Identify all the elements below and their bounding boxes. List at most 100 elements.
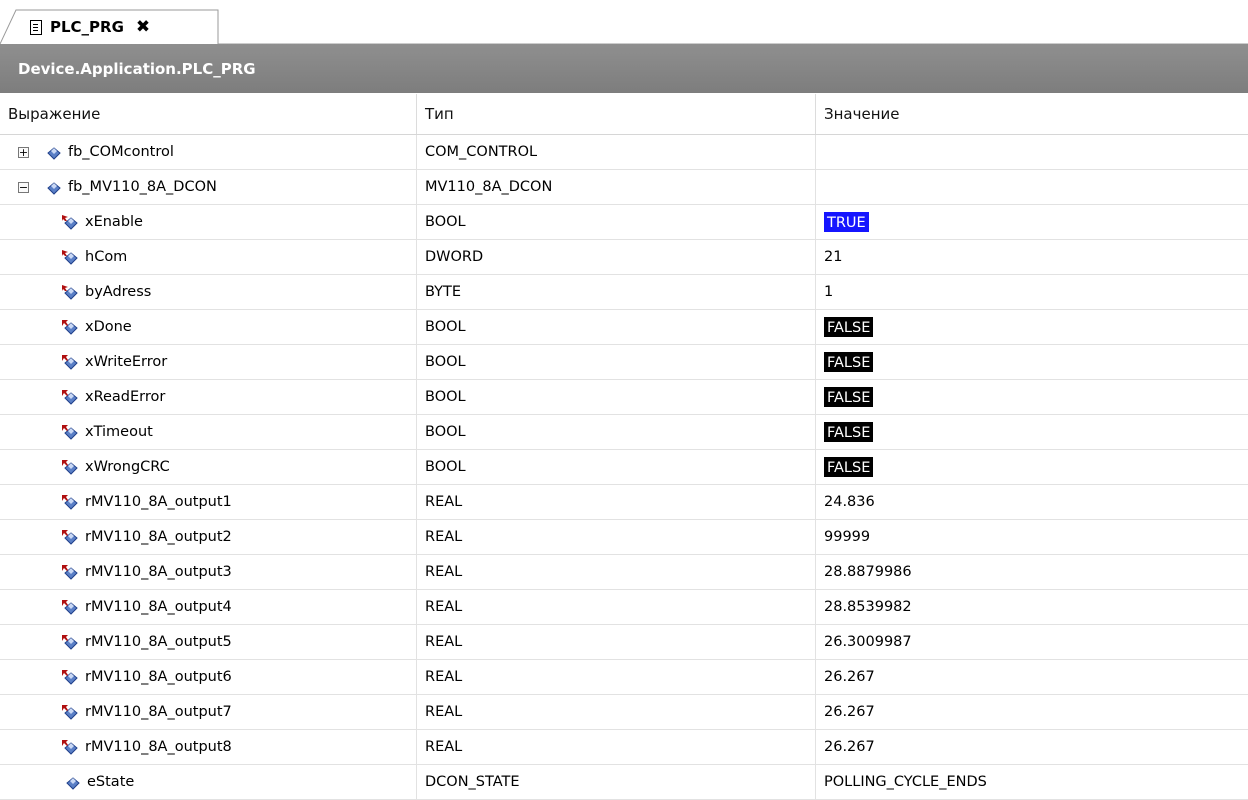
- value-text: FALSE: [824, 422, 874, 442]
- table-row[interactable]: xWrongCRC BOOL FALSE: [0, 450, 1248, 485]
- close-tab-icon[interactable]: ✖: [136, 17, 150, 37]
- expression-cell: + fb_COMcontrol: [0, 135, 417, 169]
- table-row[interactable]: rMV110_8A_output2 REAL 99999: [0, 520, 1248, 555]
- type-cell: REAL: [417, 590, 816, 624]
- input-variable-icon: [62, 214, 78, 230]
- table-row[interactable]: rMV110_8A_output7 REAL 26.267: [0, 695, 1248, 730]
- column-header-expression[interactable]: Выражение: [0, 94, 417, 134]
- value-text: 1: [824, 284, 834, 300]
- type-cell: REAL: [417, 485, 816, 519]
- value-cell[interactable]: FALSE: [816, 380, 1248, 414]
- value-cell[interactable]: 28.8879986: [816, 555, 1248, 589]
- value-text: 99999: [824, 529, 871, 545]
- output-variable-icon: [62, 739, 78, 755]
- table-row[interactable]: xTimeout BOOL FALSE: [0, 415, 1248, 450]
- column-header-type[interactable]: Тип: [417, 94, 816, 134]
- variable-name: rMV110_8A_output2: [85, 529, 232, 545]
- variable-name: rMV110_8A_output7: [85, 704, 232, 720]
- value-text: FALSE: [824, 457, 874, 477]
- table-row[interactable]: hCom DWORD 21: [0, 240, 1248, 275]
- output-variable-icon: [62, 459, 78, 475]
- input-variable-icon: [62, 249, 78, 265]
- output-variable-icon: [62, 389, 78, 405]
- expression-cell: hCom: [0, 240, 417, 274]
- variable-name: rMV110_8A_output8: [85, 739, 232, 755]
- variable-name: xTimeout: [85, 424, 153, 440]
- value-cell[interactable]: TRUE: [816, 205, 1248, 239]
- value-cell[interactable]: 26.267: [816, 730, 1248, 764]
- table-row[interactable]: xEnable BOOL TRUE: [0, 205, 1248, 240]
- variable-name: hCom: [85, 249, 128, 265]
- type-cell: REAL: [417, 695, 816, 729]
- type-cell: DCON_STATE: [417, 765, 816, 799]
- table-row[interactable]: + fb_COMcontrol COM_CONTROL: [0, 135, 1248, 170]
- value-text: 28.8539982: [824, 599, 912, 615]
- value-cell[interactable]: POLLING_CYCLE_ENDS: [816, 765, 1248, 799]
- expression-cell: rMV110_8A_output6: [0, 660, 417, 694]
- type-cell: BOOL: [417, 380, 816, 414]
- column-header-value[interactable]: Значение: [816, 94, 1248, 134]
- table-row[interactable]: eState DCON_STATE POLLING_CYCLE_ENDS: [0, 765, 1248, 800]
- output-variable-icon: [62, 319, 78, 335]
- expand-icon[interactable]: +: [18, 146, 29, 158]
- value-text: POLLING_CYCLE_ENDS: [824, 774, 987, 790]
- value-cell[interactable]: 28.8539982: [816, 590, 1248, 624]
- expression-cell: rMV110_8A_output3: [0, 555, 417, 589]
- expression-cell: xReadError: [0, 380, 417, 414]
- watch-table: Выражение Тип Значение + fb_COMcontrol COM…: [0, 94, 1248, 800]
- table-row[interactable]: xReadError BOOL FALSE: [0, 380, 1248, 415]
- type-cell: BOOL: [417, 345, 816, 379]
- value-cell[interactable]: 24.836: [816, 485, 1248, 519]
- value-cell[interactable]: 26.267: [816, 695, 1248, 729]
- tab-plc-prg[interactable]: PLC_PRG ✖: [16, 10, 150, 44]
- value-cell[interactable]: FALSE: [816, 450, 1248, 484]
- variable-name: rMV110_8A_output5: [85, 634, 232, 650]
- variable-name: xEnable: [85, 214, 143, 230]
- table-row[interactable]: xDone BOOL FALSE: [0, 310, 1248, 345]
- expression-cell: rMV110_8A_output5: [0, 625, 417, 659]
- tab-shape: [0, 9, 1248, 44]
- table-row[interactable]: rMV110_8A_output8 REAL 26.267: [0, 730, 1248, 765]
- table-row[interactable]: rMV110_8A_output6 REAL 26.267: [0, 660, 1248, 695]
- variable-name: xWrongCRC: [85, 459, 170, 475]
- table-row[interactable]: rMV110_8A_output5 REAL 26.3009987: [0, 625, 1248, 660]
- value-text: 26.267: [824, 669, 875, 685]
- table-row[interactable]: xWriteError BOOL FALSE: [0, 345, 1248, 380]
- variable-icon: [64, 775, 80, 790]
- table-row[interactable]: byAdress BYTE 1: [0, 275, 1248, 310]
- variable-name: xWriteError: [85, 354, 168, 370]
- value-cell[interactable]: FALSE: [816, 345, 1248, 379]
- value-cell[interactable]: 26.3009987: [816, 625, 1248, 659]
- expression-cell: rMV110_8A_output8: [0, 730, 417, 764]
- variable-name: byAdress: [85, 284, 152, 300]
- type-cell: REAL: [417, 520, 816, 554]
- expression-cell: xWriteError: [0, 345, 417, 379]
- value-cell[interactable]: 1: [816, 275, 1248, 309]
- expression-cell: rMV110_8A_output2: [0, 520, 417, 554]
- value-cell[interactable]: 26.267: [816, 660, 1248, 694]
- value-cell[interactable]: FALSE: [816, 415, 1248, 449]
- value-cell[interactable]: FALSE: [816, 310, 1248, 344]
- value-cell[interactable]: [816, 135, 1248, 169]
- value-text: 26.267: [824, 704, 875, 720]
- table-row[interactable]: rMV110_8A_output3 REAL 28.8879986: [0, 555, 1248, 590]
- collapse-icon[interactable]: −: [18, 181, 29, 193]
- output-variable-icon: [62, 564, 78, 580]
- table-row[interactable]: − fb_MV110_8A_DCON MV110_8A_DCON: [0, 170, 1248, 205]
- value-cell[interactable]: [816, 170, 1248, 204]
- value-text: 28.8879986: [824, 564, 912, 580]
- value-text: 26.3009987: [824, 634, 912, 650]
- value-text: 26.267: [824, 739, 875, 755]
- value-cell[interactable]: 99999: [816, 520, 1248, 554]
- input-variable-icon: [62, 284, 78, 300]
- type-cell: REAL: [417, 730, 816, 764]
- type-cell: REAL: [417, 625, 816, 659]
- expression-cell: rMV110_8A_output1: [0, 485, 417, 519]
- variable-name: fb_MV110_8A_DCON: [68, 179, 217, 195]
- output-variable-icon: [62, 599, 78, 615]
- table-row[interactable]: rMV110_8A_output1 REAL 24.836: [0, 485, 1248, 520]
- table-row[interactable]: rMV110_8A_output4 REAL 28.8539982: [0, 590, 1248, 625]
- variable-name: eState: [87, 774, 135, 790]
- variable-name: rMV110_8A_output3: [85, 564, 232, 580]
- value-cell[interactable]: 21: [816, 240, 1248, 274]
